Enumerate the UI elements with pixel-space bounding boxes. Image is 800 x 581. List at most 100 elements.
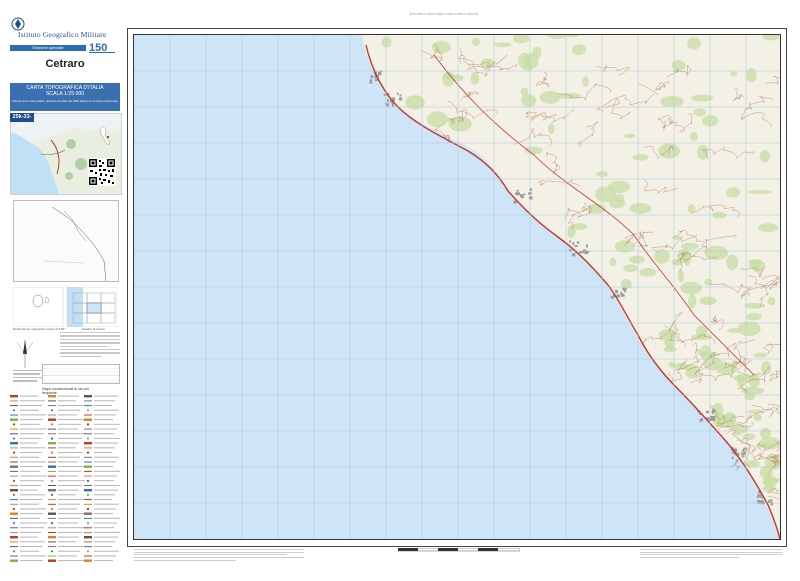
building — [616, 294, 620, 298]
legend-text — [20, 513, 43, 515]
sheet-name: Cetraro — [45, 58, 85, 70]
legend-symbol — [50, 507, 54, 511]
forest-patch — [680, 281, 703, 295]
building — [623, 294, 625, 297]
legend-text — [94, 508, 116, 510]
legend-symbol — [84, 489, 92, 492]
institute-name: Istituto Geografico Militare — [18, 30, 107, 39]
building — [399, 94, 402, 97]
legend-symbol — [86, 437, 90, 440]
forest-patch — [760, 360, 772, 375]
legend-text — [20, 409, 39, 411]
legend-symbol — [84, 512, 92, 515]
building — [375, 78, 377, 82]
legend-symbol — [10, 465, 18, 468]
legend-symbol — [10, 536, 18, 539]
legend-text — [94, 461, 116, 463]
legend-symbol — [50, 479, 54, 482]
legend-text — [94, 456, 119, 458]
legend-text — [94, 531, 121, 533]
legend-text — [20, 484, 41, 486]
legend-symbol — [50, 522, 54, 525]
legend-symbol — [10, 418, 18, 421]
map-legend — [10, 393, 121, 568]
building — [586, 244, 588, 248]
legend-text — [20, 419, 43, 421]
legend-text — [94, 437, 121, 439]
scale-bar — [398, 548, 520, 552]
legend-text — [58, 395, 79, 397]
legend-text — [94, 513, 113, 515]
legend-text — [20, 560, 43, 562]
forest-patch — [693, 108, 706, 117]
forest-patch — [767, 297, 776, 306]
legend-text — [58, 456, 80, 458]
forest-patch — [685, 368, 702, 379]
forest-patch — [742, 433, 756, 441]
legend-text — [58, 494, 76, 496]
legend-text — [94, 447, 115, 449]
legend-text — [58, 536, 79, 538]
forest-patch — [494, 42, 512, 48]
legend-symbol — [48, 395, 56, 398]
legend-text — [58, 423, 81, 425]
forest-patch — [671, 235, 684, 240]
building — [711, 412, 714, 415]
legend-symbol — [12, 423, 16, 426]
legend-text — [94, 546, 112, 547]
legend-symbol — [12, 409, 16, 412]
legend-text — [20, 489, 38, 491]
legend-text — [58, 414, 77, 416]
legend-symbol — [50, 550, 54, 553]
building — [757, 495, 759, 499]
legend-text — [20, 461, 46, 463]
forest-patch — [671, 60, 686, 71]
legend-text — [58, 508, 77, 510]
legend-symbol — [12, 550, 16, 553]
legend-symbol — [48, 512, 56, 515]
legend-text — [20, 494, 45, 496]
building — [736, 459, 739, 462]
legend-text — [58, 466, 84, 468]
legend-text — [20, 395, 38, 397]
forest-patch — [698, 351, 720, 357]
legend-text — [58, 405, 83, 406]
building — [572, 253, 576, 257]
forest-patch — [759, 465, 773, 479]
scale-label: SCALA 1:25 000 — [45, 91, 85, 97]
legend-text — [58, 475, 78, 477]
legend-symbol — [50, 451, 54, 454]
legend-text — [58, 541, 76, 543]
legend-text — [94, 466, 113, 468]
legend-text — [58, 503, 80, 505]
legend-text — [58, 437, 82, 439]
legend-text — [94, 503, 119, 505]
legend-text — [94, 494, 115, 496]
legend-text — [94, 414, 116, 416]
legend-text — [20, 475, 47, 477]
legend-symbol — [84, 395, 92, 398]
legend-text — [20, 423, 40, 425]
topographic-map[interactable] — [133, 34, 781, 540]
legend-text — [94, 550, 119, 552]
building — [712, 409, 716, 413]
legend-text — [94, 428, 117, 430]
map-canvas[interactable] — [134, 35, 780, 539]
forest-patch — [582, 76, 589, 88]
legend-symbol — [48, 442, 56, 445]
forest-patch — [748, 190, 772, 195]
forest-patch — [470, 72, 480, 85]
forest-patch — [521, 93, 537, 108]
legend-text — [20, 466, 43, 468]
forest-patch — [471, 37, 481, 46]
legend-text — [58, 470, 81, 472]
legend-text — [20, 517, 40, 519]
legend-text — [20, 442, 38, 444]
forest-patch — [629, 203, 652, 214]
forest-patch — [702, 115, 719, 127]
legend-text — [94, 489, 118, 491]
forest-patch — [726, 254, 739, 271]
forest-patch — [571, 223, 587, 231]
legend-symbol — [50, 493, 54, 496]
legend-text — [58, 419, 84, 421]
